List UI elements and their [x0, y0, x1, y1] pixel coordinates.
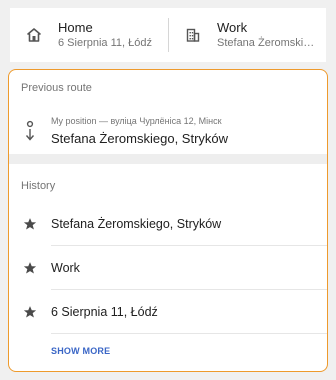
office-building-icon: [169, 8, 217, 62]
previous-route-destination: Stefana Żeromskiego, Stryków: [51, 130, 229, 146]
previous-route-heading: Previous route: [21, 82, 92, 94]
history-item-label: Stefana Żeromskiego, Stryków: [51, 217, 222, 231]
favorite-home[interactable]: Home 6 Sierpnia 11, Łódź: [10, 8, 168, 62]
history-item[interactable]: Stefana Żeromskiego, Stryków: [9, 202, 327, 246]
home-icon: [10, 8, 58, 62]
history-item[interactable]: Work: [9, 246, 327, 290]
section-separator: [9, 154, 327, 164]
favorite-work-title: Work: [217, 20, 248, 35]
star-icon: [9, 305, 51, 319]
history-heading: History: [21, 180, 56, 192]
recent-routes-card: Previous route My position — вуліца Чурл…: [8, 69, 328, 372]
star-icon: [9, 261, 51, 275]
favorite-home-title: Home: [58, 20, 93, 35]
history-list: Stefana Żeromskiego, Stryków Work 6 Sier…: [9, 202, 327, 334]
favorites-bar: Home 6 Sierpnia 11, Łódź Work Stefana Że…: [10, 8, 326, 62]
favorite-home-address: 6 Sierpnia 11, Łódź: [58, 37, 152, 49]
history-item-label: 6 Sierpnia 11, Łódź: [51, 305, 158, 319]
history-item-label: Work: [51, 261, 80, 275]
show-more-button[interactable]: SHOW MORE: [51, 346, 110, 356]
route-arrow-icon: [9, 120, 51, 142]
star-icon: [9, 217, 51, 231]
route-search-panel: Home 6 Sierpnia 11, Łódź Work Stefana Że…: [0, 0, 336, 380]
favorite-work[interactable]: Work Stefana Żeromski…: [169, 8, 326, 62]
history-item[interactable]: 6 Sierpnia 11, Łódź: [9, 290, 327, 334]
favorite-work-address: Stefana Żeromski…: [217, 37, 315, 49]
previous-route-origin: My position — вуліца Чурлёніса 12, Мінск: [51, 115, 222, 126]
previous-route-item[interactable]: My position — вуліца Чурлёніса 12, Мінск…: [9, 106, 327, 156]
